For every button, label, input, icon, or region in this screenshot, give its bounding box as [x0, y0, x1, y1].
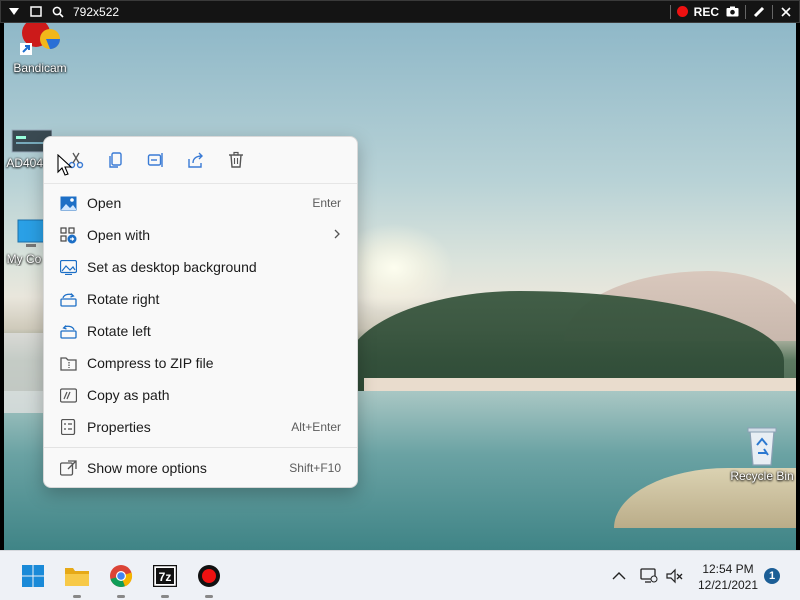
monitor-icon: [17, 219, 44, 247]
recording-resolution: 792x522: [73, 4, 120, 19]
recorder-bar: 792x522 REC: [0, 0, 800, 23]
desktop-icon-recycle-bin[interactable]: Recycle Bin: [722, 423, 796, 483]
taskbar-bandicam[interactable]: [194, 561, 224, 598]
zip-icon: [59, 354, 77, 372]
menu-separator: [44, 447, 357, 448]
taskbar: 7z 12:54 PM 12/21/2021: [0, 550, 800, 600]
bandicam-icon: [198, 565, 220, 587]
menu-item-label: Open with: [87, 227, 151, 243]
running-indicator: [73, 595, 81, 598]
bandicam-icon: [20, 23, 60, 55]
divider: [745, 4, 746, 19]
7zip-icon: 7z: [153, 565, 177, 587]
rename-icon: [147, 153, 163, 167]
volume-status[interactable]: [666, 551, 684, 600]
menu-item-shortcut: Enter: [312, 196, 341, 210]
menu-item-rotate-left[interactable]: Rotate left: [44, 315, 357, 347]
running-indicator: [117, 595, 125, 598]
menu-item-label: Rotate right: [87, 291, 160, 307]
desktop-icon-my-computer[interactable]: My Co: [4, 218, 48, 266]
running-indicator: [161, 595, 169, 598]
menu-item-label: Copy as path: [87, 387, 170, 403]
menu-item-copy-as-path[interactable]: Copy as path: [44, 379, 357, 411]
menu-item-label: Rotate left: [87, 323, 151, 339]
svg-text:7z: 7z: [159, 570, 172, 584]
file-explorer-icon: [65, 568, 89, 586]
menu-item-open-with[interactable]: Open with: [44, 219, 357, 251]
properties-icon: [59, 418, 77, 436]
chrome-icon: [110, 565, 133, 588]
divider: [669, 4, 671, 19]
menu-item-shortcut: Alt+Enter: [291, 420, 341, 434]
wallpaper-beach: [364, 378, 796, 392]
rec-button-label[interactable]: REC: [694, 5, 719, 19]
copy-path-icon: [59, 386, 77, 404]
start-icon: [22, 565, 44, 587]
menu-item-open[interactable]: Open Enter: [44, 187, 357, 219]
menu-item-shortcut: Shift+F10: [289, 461, 341, 475]
network-status[interactable]: [640, 551, 658, 600]
menu-item-compress-zip[interactable]: Compress to ZIP file: [44, 347, 357, 379]
clock[interactable]: 12:54 PM 12/21/2021: [695, 561, 761, 593]
running-indicator: [205, 595, 213, 598]
desktop-icon-label: Bandicam: [13, 61, 67, 75]
rotate-right-icon: [59, 290, 77, 308]
record-dot-icon[interactable]: [676, 6, 688, 17]
delete-icon: [229, 151, 243, 168]
taskbar-7zip[interactable]: 7z: [150, 561, 180, 598]
menu-item-rotate-right[interactable]: Rotate right: [44, 283, 357, 315]
chevron-up-icon: [612, 572, 626, 580]
start-button[interactable]: [18, 561, 48, 591]
taskbar-file-explorer[interactable]: [62, 561, 92, 598]
context-menu-toolbar: [44, 137, 357, 184]
copy-button[interactable]: [96, 144, 136, 176]
window-mode-icon[interactable]: [29, 5, 43, 19]
close-icon[interactable]: [779, 5, 793, 19]
desktop-icon-label: My Co: [6, 252, 42, 266]
copy-icon: [109, 152, 122, 168]
rotate-left-icon: [59, 322, 77, 340]
clock-date: 12/21/2021: [697, 578, 759, 592]
menu-item-label: Compress to ZIP file: [87, 355, 214, 371]
search-icon[interactable]: [51, 5, 65, 19]
menu-item-label: Show more options: [87, 460, 207, 476]
open-with-icon: [59, 226, 77, 244]
divider: [772, 4, 773, 19]
show-more-icon: [59, 459, 77, 477]
network-icon: [640, 568, 658, 583]
share-icon: [188, 152, 203, 168]
mouse-cursor-icon: [57, 154, 73, 176]
chevron-right-icon: [333, 228, 341, 242]
desktop-icon-bandicam[interactable]: Bandicam: [4, 23, 78, 75]
desktop-background-icon: [59, 258, 77, 276]
menu-item-show-more-options[interactable]: Show more options Shift+F10: [44, 452, 357, 484]
clock-time: 12:54 PM: [702, 562, 754, 576]
show-hidden-icons-button[interactable]: [612, 551, 626, 600]
taskbar-chrome[interactable]: [106, 561, 136, 598]
recycle-bin-icon: [747, 427, 777, 466]
desktop-icon-label: Recycle Bin: [730, 469, 794, 483]
context-menu-items: Open Enter Open with Set as desktop back…: [44, 184, 357, 484]
notification-badge[interactable]: 1: [764, 568, 780, 584]
camera-icon[interactable]: [725, 5, 739, 19]
menu-item-label: Properties: [87, 419, 151, 435]
pencil-icon[interactable]: [752, 5, 766, 19]
volume-muted-icon: [666, 568, 683, 584]
share-button[interactable]: [176, 144, 216, 176]
dropdown-icon[interactable]: [7, 5, 21, 19]
context-menu: Open Enter Open with Set as desktop back…: [43, 136, 358, 488]
menu-item-set-desktop-background[interactable]: Set as desktop background: [44, 251, 357, 283]
image-icon: [59, 194, 77, 212]
wallpaper-shore: [4, 333, 44, 413]
menu-item-properties[interactable]: Properties Alt+Enter: [44, 411, 357, 443]
delete-button[interactable]: [216, 144, 256, 176]
menu-item-label: Set as desktop background: [87, 259, 257, 275]
menu-item-label: Open: [87, 195, 122, 211]
rename-button[interactable]: [136, 144, 176, 176]
